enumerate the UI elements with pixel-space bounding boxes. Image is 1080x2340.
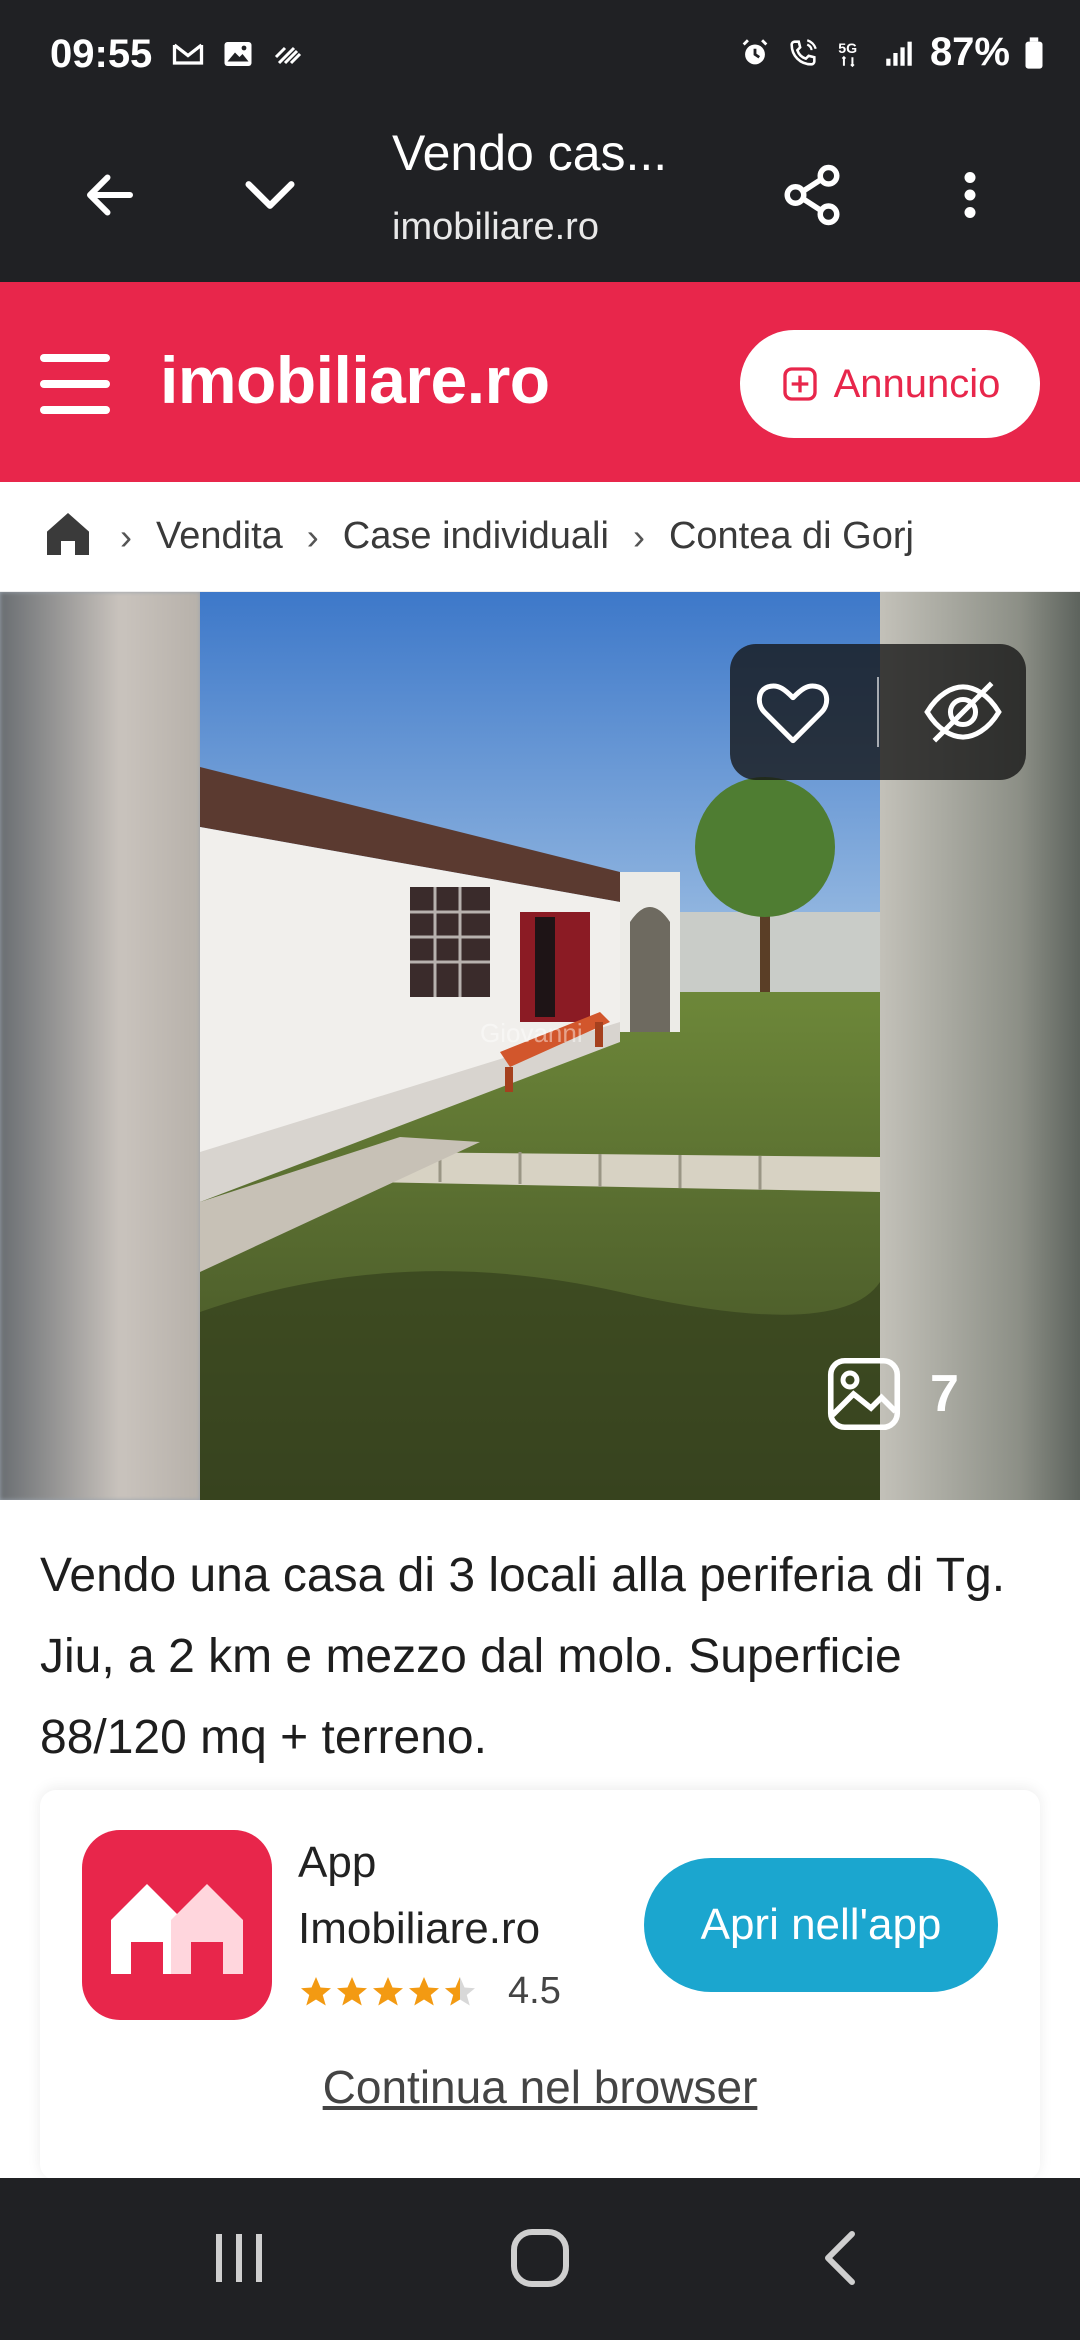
share-button[interactable] bbox=[770, 150, 854, 240]
browser-toolbar: Vendo cas... imobiliare.ro bbox=[0, 110, 1080, 282]
gallery-prev-blur bbox=[0, 592, 200, 1500]
star-half-icon bbox=[445, 1976, 475, 2005]
chevron-right-icon: › bbox=[306, 515, 319, 557]
photo-gallery[interactable]: Giovanni 7 bbox=[0, 592, 1080, 1500]
app-logo bbox=[82, 1830, 272, 2020]
status-notifications bbox=[170, 36, 306, 72]
post-ad-label: Annuncio bbox=[833, 361, 1001, 406]
battery-icon bbox=[1025, 36, 1043, 69]
breadcrumb-item-contea[interactable]: Contea di Gorj bbox=[669, 515, 914, 558]
menu-line bbox=[40, 354, 110, 362]
plus-square-icon bbox=[782, 367, 817, 401]
rating-value: 4.5 bbox=[508, 1970, 561, 2012]
share-icon bbox=[784, 164, 840, 226]
page-url: imobiliare.ro bbox=[392, 206, 599, 248]
site-header: imobiliare.ro Annuncio bbox=[0, 282, 1080, 482]
page-title: Vendo cas... bbox=[392, 125, 668, 181]
system-nav-bar bbox=[0, 2178, 1080, 2340]
photo-count: 7 bbox=[930, 1365, 959, 1423]
image-icon bbox=[827, 1357, 901, 1431]
breadcrumb-item-case[interactable]: Case individuali bbox=[343, 515, 609, 558]
post-ad-button[interactable]: Annuncio bbox=[740, 330, 1040, 438]
eye-off-icon[interactable] bbox=[920, 669, 1006, 755]
site-logo[interactable]: imobiliare.ro bbox=[160, 342, 550, 418]
photo-actions bbox=[730, 644, 1026, 780]
menu-button[interactable] bbox=[40, 354, 110, 414]
signal-icon bbox=[886, 41, 912, 66]
breadcrumb-home[interactable] bbox=[40, 506, 96, 567]
menu-line bbox=[40, 406, 110, 414]
wifi-call-icon bbox=[790, 38, 817, 66]
app-promo-banner: App Imobiliare.ro 4.5 Apri nell'app Cont… bbox=[40, 1790, 1040, 2180]
status-bar: 09:55 5G 87% bbox=[0, 0, 1080, 110]
chevron-right-icon: › bbox=[632, 515, 645, 557]
battery-level: 87% bbox=[929, 30, 1010, 74]
star-icon bbox=[337, 1976, 367, 2005]
photo-counter[interactable]: 7 bbox=[822, 1352, 959, 1436]
more-options-button[interactable] bbox=[935, 150, 1005, 240]
minimize-button[interactable] bbox=[230, 150, 310, 240]
more-vert-icon bbox=[964, 172, 976, 218]
gallery-icon bbox=[224, 42, 252, 66]
breadcrumb: › Vendita › Case individuali › Contea di… bbox=[0, 482, 1080, 592]
status-time: 09:55 bbox=[50, 32, 153, 76]
star-icon bbox=[409, 1976, 439, 2005]
home-icon bbox=[47, 513, 89, 555]
continue-in-browser-link[interactable]: Continua nel browser bbox=[40, 2060, 1040, 2114]
photo-watermark: Giovanni bbox=[480, 1018, 583, 1048]
houses-icon bbox=[111, 1884, 243, 1974]
breadcrumb-item-vendita[interactable]: Vendita bbox=[156, 515, 283, 558]
app-rating: 4.5 bbox=[298, 1970, 561, 2013]
network-5g-icon: 5G bbox=[838, 41, 857, 67]
gmail-icon bbox=[172, 43, 204, 65]
star-icon bbox=[301, 1976, 331, 2005]
back-nav-icon[interactable] bbox=[812, 2226, 876, 2290]
svg-text:5G: 5G bbox=[838, 41, 857, 57]
back-button[interactable] bbox=[70, 150, 150, 240]
heart-icon[interactable] bbox=[750, 669, 836, 755]
star-icon bbox=[373, 1976, 403, 2005]
chevron-down-icon bbox=[245, 181, 295, 209]
home-nav-icon[interactable] bbox=[508, 2226, 572, 2290]
data-saver-icon bbox=[274, 46, 302, 65]
status-indicators: 5G 87% bbox=[738, 30, 1044, 75]
open-app-button[interactable]: Apri nell'app bbox=[644, 1858, 998, 1992]
actions-divider bbox=[876, 677, 879, 747]
alarm-icon bbox=[742, 38, 768, 64]
listing-description: Vendo una casa di 3 locali alla periferi… bbox=[40, 1549, 1006, 1764]
menu-line bbox=[40, 380, 110, 388]
recents-icon[interactable] bbox=[210, 2230, 270, 2286]
arrow-left-icon bbox=[87, 174, 133, 216]
chevron-right-icon: › bbox=[120, 515, 132, 557]
app-name: App Imobiliare.ro bbox=[298, 1838, 541, 1953]
